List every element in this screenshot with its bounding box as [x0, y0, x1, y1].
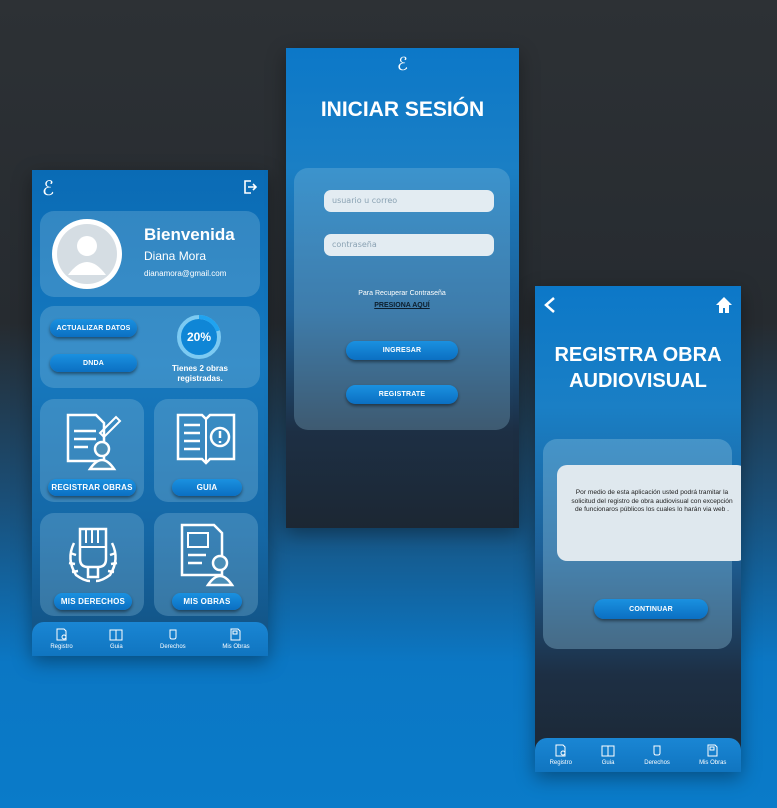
progress-percent: 20%: [186, 330, 212, 344]
continue-button[interactable]: CONTINUAR: [594, 599, 708, 619]
nav-item-mis-obras[interactable]: Mis Obras: [699, 744, 726, 766]
avatar: [52, 219, 122, 289]
profile-document-icon: [707, 744, 718, 757]
register-button[interactable]: REGISTRATE: [346, 385, 458, 404]
recover-text: Para Recuperar Contraseña: [358, 290, 446, 297]
works-count: Tienes 2 obras registradas.: [158, 364, 242, 384]
register-title-line2: AUDIOVISUAL: [569, 370, 707, 392]
nav-item-guia[interactable]: Guia: [109, 628, 123, 650]
nav-item-mis-obras[interactable]: Mis Obras: [222, 628, 250, 650]
works-count-line2: registradas.: [177, 374, 223, 383]
document-person-icon: [56, 628, 66, 641]
nav-label-mis-obras: Mis Obras: [699, 760, 727, 766]
nav-item-registro[interactable]: Registro: [550, 744, 572, 766]
fist-laurel-icon: [169, 629, 177, 640]
registrar-obras-button[interactable]: REGISTRAR OBRAS: [48, 479, 136, 496]
register-card: Por medio de esta aplicación usted podrá…: [543, 439, 741, 649]
profile-document-icon: [180, 523, 235, 587]
user-name: Diana Mora: [144, 249, 207, 263]
stats-card: ACTUALIZAR DATOS DNDA 20% Tienes 2 obras…: [40, 306, 260, 388]
tile-mis-derechos[interactable]: MIS DERECHOS: [40, 513, 144, 616]
nav-label-registro: Registro: [50, 644, 73, 650]
book-icon: [601, 745, 615, 757]
nav-label-guia: Guia: [601, 760, 615, 766]
bottom-nav: Registro Guia Derechos Mis Obras: [535, 738, 741, 772]
login-screen: ℰ INICIAR SESIÓN usuario u correo contra…: [286, 48, 519, 528]
register-title: REGISTRA OBRA AUDIOVISUAL: [535, 342, 741, 394]
book-icon: [109, 629, 123, 641]
password-field[interactable]: contraseña: [324, 234, 494, 256]
guia-button[interactable]: GUIA: [172, 479, 242, 496]
dashboard-screen: ℰ Bienvenida Diana Mora dianamora@gmail.…: [32, 170, 268, 656]
nav-item-guia[interactable]: Guia: [601, 744, 615, 766]
dnda-button[interactable]: DNDA: [50, 354, 137, 372]
back-icon[interactable]: [543, 296, 557, 314]
update-data-button[interactable]: ACTUALIZAR DATOS: [50, 319, 137, 337]
bottom-nav: Registro Guia Derechos Mis Obras: [32, 622, 268, 656]
nav-label-mis-obras: Mis Obras: [222, 644, 250, 650]
profile-document-icon: [230, 628, 241, 641]
login-title: INICIAR SESIÓN: [320, 98, 485, 121]
document-person-icon: [555, 744, 566, 757]
username-field[interactable]: usuario u correo: [324, 190, 494, 212]
nav-item-derechos[interactable]: Derechos: [160, 628, 186, 650]
tile-guia[interactable]: GUIA: [154, 399, 258, 502]
document-person-icon: [66, 413, 122, 471]
works-count-line1: Tienes 2 obras: [172, 364, 228, 373]
register-work-screen: REGISTRA OBRA AUDIOVISUAL Por medio de e…: [535, 286, 741, 772]
register-info-box: Por medio de esta aplicación usted podrá…: [557, 465, 741, 561]
nav-label-guia: Guia: [109, 644, 123, 650]
fist-laurel-icon: [653, 745, 661, 756]
logout-icon[interactable]: [242, 179, 258, 195]
fist-laurel-icon: [68, 527, 118, 583]
app-logo: ℰ: [397, 54, 408, 75]
tile-mis-obras[interactable]: MIS OBRAS: [154, 513, 258, 616]
register-info-text: Por medio de esta aplicación usted podrá…: [571, 489, 733, 513]
mis-derechos-button[interactable]: MIS DERECHOS: [54, 593, 132, 610]
book-icon: [176, 413, 236, 465]
nav-label-derechos: Derechos: [159, 644, 186, 650]
tile-registrar-obras[interactable]: REGISTRAR OBRAS: [40, 399, 144, 502]
recover-link[interactable]: PRESIONA AQUÍ: [294, 302, 510, 309]
nav-label-registro: Registro: [549, 760, 572, 766]
greeting: Bienvenida: [144, 225, 235, 244]
home-icon[interactable]: [715, 296, 733, 314]
register-title-line1: REGISTRA OBRA: [554, 344, 722, 366]
login-button[interactable]: INGRESAR: [346, 341, 458, 360]
nav-item-derechos[interactable]: Derechos: [644, 744, 670, 766]
app-logo: ℰ: [42, 176, 55, 200]
user-email: dianamora@gmail.com: [144, 269, 227, 278]
login-card: usuario u correo contraseña Para Recuper…: [294, 168, 510, 430]
nav-label-derechos: Derechos: [644, 760, 670, 766]
mis-obras-button[interactable]: MIS OBRAS: [172, 593, 242, 610]
nav-item-registro[interactable]: Registro: [50, 628, 73, 650]
profile-card: Bienvenida Diana Mora dianamora@gmail.co…: [40, 211, 260, 297]
